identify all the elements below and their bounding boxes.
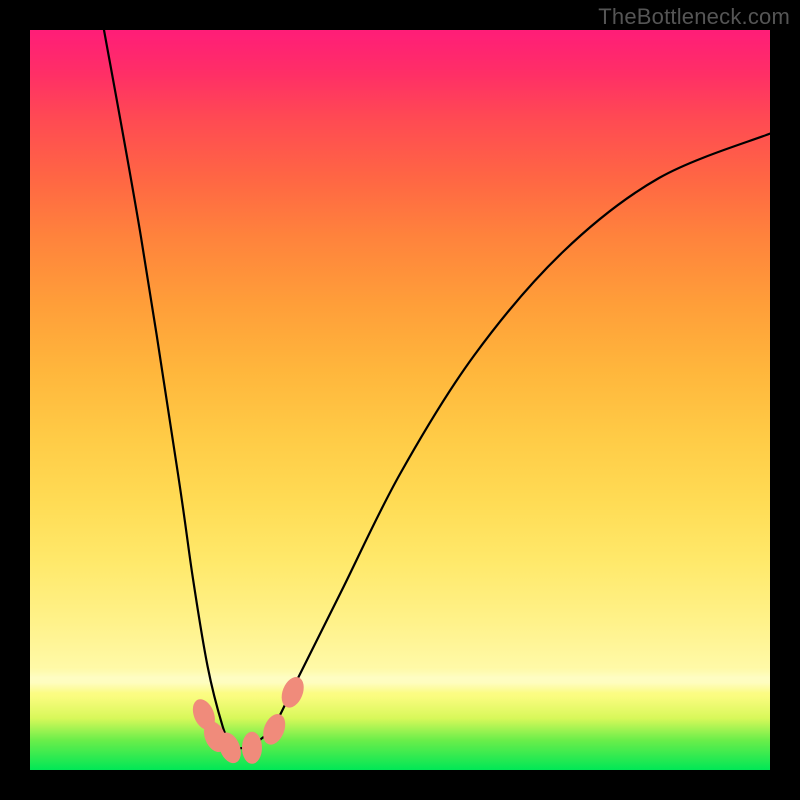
chart-frame: TheBottleneck.com: [0, 0, 800, 800]
marker-2: [200, 718, 231, 755]
marker-4: [242, 732, 262, 764]
marker-1: [189, 696, 220, 733]
watermark-label: TheBottleneck.com: [598, 4, 790, 30]
marker-6: [277, 674, 308, 711]
bottleneck-curve-path: [104, 30, 770, 748]
chart-plot-area: [30, 30, 770, 770]
curve-markers: [189, 674, 308, 767]
highlight-band: [30, 667, 770, 693]
marker-5: [259, 711, 290, 748]
marker-3: [215, 729, 246, 766]
chart-svg: [30, 30, 770, 770]
